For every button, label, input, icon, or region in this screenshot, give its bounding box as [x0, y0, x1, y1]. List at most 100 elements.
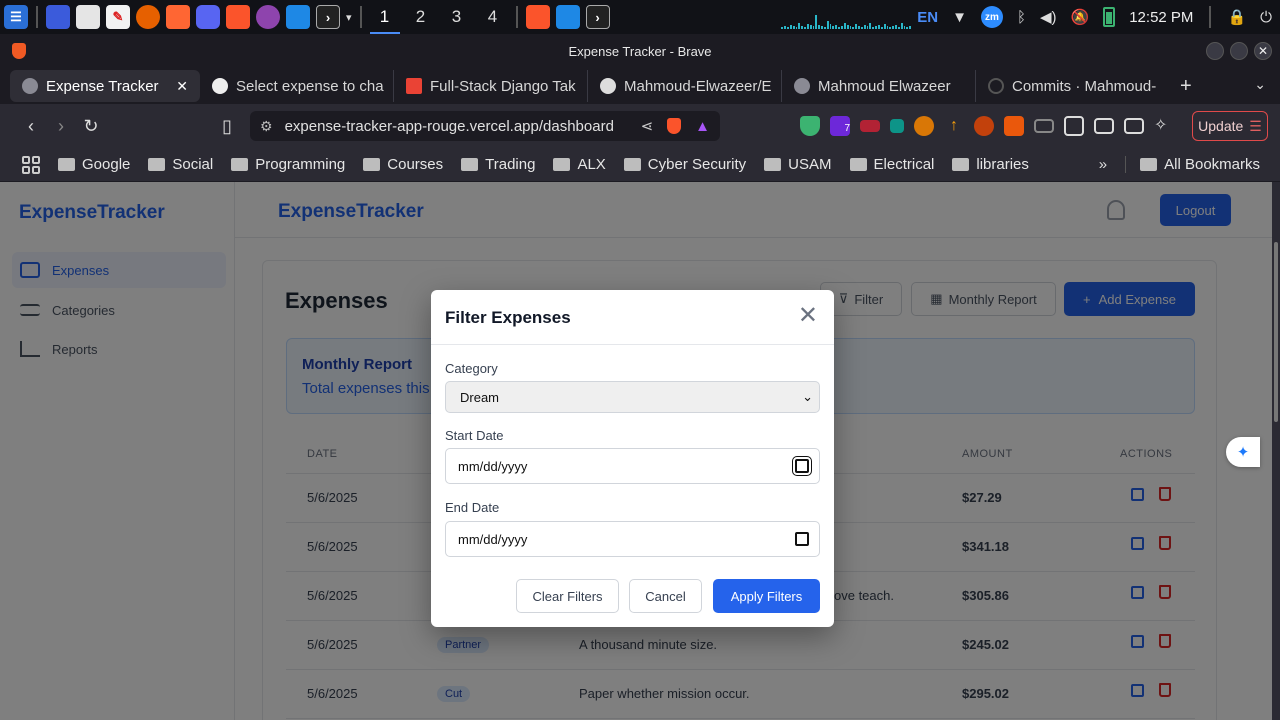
puzzle-icon[interactable] — [1064, 116, 1084, 136]
scrollbar-thumb[interactable] — [1274, 242, 1278, 422]
update-button[interactable]: Update ☰ — [1192, 111, 1268, 141]
category-select[interactable]: Dream ⌄ — [445, 381, 820, 413]
keyboard-layout[interactable]: EN — [917, 9, 938, 26]
bookmark-folder[interactable]: Google — [58, 156, 130, 173]
workspace-4[interactable]: 4 — [478, 0, 508, 34]
maximize-button[interactable] — [1230, 42, 1248, 60]
start-date-label: Start Date — [445, 428, 504, 443]
workspace-1[interactable]: 1 — [369, 0, 400, 34]
tab-list-chevron-icon[interactable]: ⌄ — [1254, 76, 1266, 93]
translate-icon[interactable] — [890, 119, 904, 133]
bookmark-folder[interactable]: Trading — [461, 156, 535, 173]
tab-select-expense[interactable]: Select expense to cha — [200, 70, 394, 102]
cookie-icon[interactable] — [914, 116, 934, 136]
tab-profile[interactable]: Mahmoud Elwazeer — [782, 70, 976, 102]
apply-filters-button[interactable]: Apply Filters — [713, 579, 820, 613]
close-dialog-button[interactable]: ✕ — [798, 304, 818, 328]
close-tab-icon[interactable]: ✕ — [176, 78, 188, 95]
cpu-graph-bar — [795, 27, 798, 29]
new-tab-button[interactable]: + — [1180, 75, 1192, 98]
adguard-icon[interactable] — [800, 116, 820, 136]
terminal-icon[interactable]: › — [316, 5, 340, 29]
brave-shields-icon[interactable] — [667, 118, 682, 134]
fox-icon[interactable] — [1004, 116, 1024, 136]
bookmark-folder[interactable]: ALX — [553, 156, 606, 173]
address-bar[interactable]: ⚙ expense-tracker-app-rouge.vercel.app/d… — [250, 111, 720, 141]
folder-icon — [764, 158, 782, 171]
start-date-input[interactable]: mm/dd/yyyy — [445, 448, 820, 484]
share-icon[interactable]: ⋖ — [641, 117, 654, 135]
vscode-icon[interactable] — [286, 5, 310, 29]
reload-button[interactable]: ↻ — [76, 116, 106, 137]
cpu-graph-bar — [815, 15, 818, 29]
cpu-graph-bar — [801, 26, 804, 29]
mail-icon[interactable] — [1034, 119, 1054, 133]
back-button[interactable]: ‹ — [16, 116, 46, 137]
flag-us-icon[interactable] — [860, 120, 880, 132]
end-date-input[interactable]: mm/dd/yyyy — [445, 521, 820, 557]
apps-grid-icon[interactable] — [22, 155, 40, 174]
brave-icon[interactable] — [226, 5, 250, 29]
url-text[interactable]: expense-tracker-app-rouge.vercel.app/das… — [285, 118, 614, 135]
bluetooth-icon[interactable]: ᛒ — [1017, 9, 1026, 26]
bookmark-folder[interactable]: USAM — [764, 156, 832, 173]
wallet-icon[interactable] — [1124, 118, 1144, 134]
clock[interactable]: 12:52 PM — [1129, 9, 1193, 26]
volume-icon[interactable]: ◀) — [1040, 8, 1057, 26]
leo-ai-icon[interactable]: ✧ — [1154, 116, 1174, 136]
desktop-icon[interactable] — [46, 5, 70, 29]
folder-icon — [461, 158, 479, 171]
notifications-off-icon[interactable]: 🔕 — [1071, 8, 1090, 26]
firefox-dev-icon[interactable] — [256, 5, 280, 29]
bookmark-folder[interactable]: Electrical — [849, 156, 934, 173]
power-icon[interactable]: ⏻ — [1260, 9, 1272, 26]
bookmark-folder[interactable]: Social — [148, 156, 213, 173]
cookie-editor-icon[interactable] — [974, 116, 994, 136]
cancel-button[interactable]: Cancel — [629, 579, 702, 613]
files-icon[interactable] — [76, 5, 100, 29]
lock-icon[interactable]: 🔒 — [1227, 8, 1246, 26]
kali-menu-icon[interactable]: ☰ — [4, 5, 28, 29]
bookmark-folder[interactable]: libraries — [952, 156, 1029, 173]
sidebar-icon[interactable] — [1094, 118, 1114, 134]
bookmark-page-icon[interactable]: ▯ — [212, 116, 242, 137]
wifi-icon[interactable]: ▼ — [952, 9, 967, 26]
more-bookmarks-button[interactable]: » — [1099, 156, 1107, 173]
tab-github-repo[interactable]: Mahmoud-Elwazeer/E — [588, 70, 782, 102]
text-editor-icon[interactable]: ✎ — [106, 5, 130, 29]
workspace-2[interactable]: 2 — [406, 0, 436, 34]
battery-icon[interactable] — [1103, 7, 1116, 27]
tab-django-task[interactable]: Full-Stack Django Tak — [394, 70, 588, 102]
zoom-icon[interactable]: zm — [980, 6, 1003, 28]
minimize-button[interactable] — [1206, 42, 1224, 60]
vscode-window-icon[interactable] — [555, 5, 580, 29]
calendar-picker-icon[interactable] — [795, 532, 809, 546]
forward-button[interactable]: › — [46, 116, 76, 137]
extension-badge-icon[interactable]: 7 — [830, 116, 850, 136]
close-window-button[interactable]: ✕ — [1254, 42, 1272, 60]
cpu-graph-bar — [906, 27, 909, 29]
bookmark-folder[interactable]: Courses — [363, 156, 443, 173]
calendar-picker-icon[interactable] — [792, 456, 812, 476]
brave-rewards-icon[interactable]: ▲ — [695, 118, 710, 135]
burp-icon[interactable] — [166, 5, 190, 29]
discord-icon[interactable] — [196, 5, 220, 29]
firefox-icon[interactable] — [136, 5, 160, 29]
brave-window-icon[interactable] — [525, 5, 550, 29]
arrow-up-icon[interactable]: ↑ — [944, 116, 964, 136]
window-titlebar: Expense Tracker - Brave ✕ — [0, 34, 1280, 68]
cpu-graph-bar — [866, 26, 869, 29]
clear-filters-button[interactable]: Clear Filters — [516, 579, 619, 613]
workspace-3[interactable]: 3 — [442, 0, 472, 34]
tab-commits[interactable]: Commits · Mahmoud- — [976, 70, 1170, 102]
assistant-float-button[interactable]: ✦ — [1226, 437, 1260, 467]
bookmark-folder[interactable]: Cyber Security — [623, 156, 746, 173]
all-bookmarks-folder[interactable]: All Bookmarks — [1125, 156, 1260, 173]
page-scrollbar[interactable] — [1272, 182, 1280, 720]
tab-expense-tracker[interactable]: Expense Tracker ✕ — [10, 70, 200, 102]
site-settings-icon[interactable]: ⚙ — [260, 118, 273, 135]
terminal-window-icon[interactable]: › — [585, 5, 610, 29]
bookmark-folder[interactable]: Programming — [231, 156, 345, 173]
chevron-down-icon[interactable]: ▾ — [346, 11, 352, 24]
cpu-graph-bar — [869, 23, 872, 29]
